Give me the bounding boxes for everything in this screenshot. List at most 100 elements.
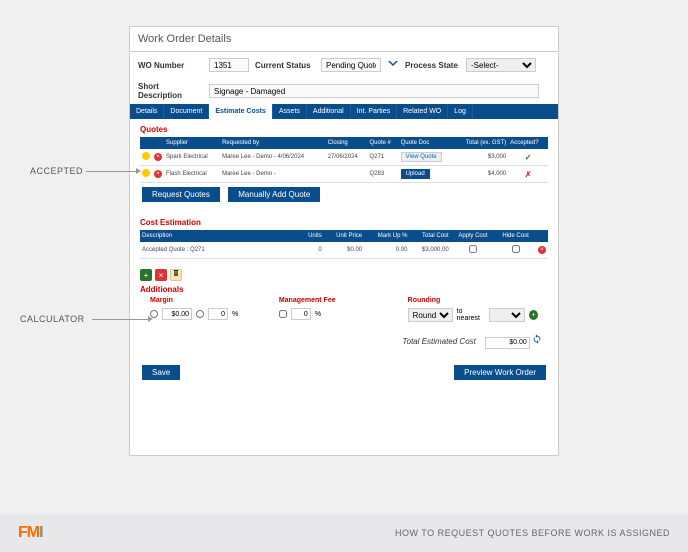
mgmt-fee-checkbox[interactable] [279, 310, 287, 318]
apply-cost-checkbox[interactable] [469, 245, 477, 253]
col-quote-doc: Quote Doc [399, 137, 454, 149]
remove-icon[interactable]: × [155, 269, 167, 281]
col-markup: Mark Up % [364, 230, 409, 242]
rounding-nearest-select[interactable] [489, 308, 525, 322]
header-row-2: Short Description [130, 78, 558, 104]
supplier-cell: Spark Electrical [164, 149, 220, 166]
edit-icon[interactable] [142, 152, 150, 160]
tab-additional[interactable]: Additional [307, 104, 351, 119]
process-state-select[interactable]: -Select- [466, 58, 536, 72]
current-status-input[interactable] [321, 58, 381, 72]
pct-symbol: % [315, 311, 321, 318]
mgmt-fee-label: Management Fee [279, 297, 378, 304]
calculator-callout-line [92, 319, 148, 320]
cost-estimation-title: Cost Estimation [140, 218, 548, 227]
requested-by-cell: Maree Lee - Demo - [220, 166, 326, 183]
mgmt-fee-block: Management Fee % [279, 297, 378, 322]
cost-markup-cell: 0.00 [364, 242, 409, 259]
tab-int-parties[interactable]: Int. Parties [351, 104, 397, 119]
margin-label: Margin [150, 297, 249, 304]
rounding-block: Rounding Round to nearest + [408, 297, 538, 322]
accepted-check-icon: ✓ [525, 153, 532, 162]
quote-no-cell: Q283 [368, 166, 399, 183]
tab-related-wo[interactable]: Related WO [397, 104, 448, 119]
quote-row-1: × Spark Electrical Maree Lee - Demo - 4/… [140, 149, 548, 166]
cost-row: Accepted Quote : Q271 0 $0.00 0.00 $3,00… [140, 242, 548, 259]
mgmt-fee-pct-input[interactable] [291, 308, 311, 320]
manually-add-quote-button[interactable]: Manually Add Quote [228, 187, 320, 202]
bottom-bar: FMI HOW TO REQUEST QUOTES BEFORE WORK IS… [0, 514, 688, 552]
quotes-section: Quotes Supplier Requested by Closing Quo… [130, 119, 558, 212]
col-description: Description [140, 230, 300, 242]
rounding-add-icon[interactable]: + [529, 310, 538, 320]
quote-no-cell: Q271 [368, 149, 399, 166]
view-quote-button[interactable]: View Quote [401, 152, 442, 162]
status-dropdown-icon[interactable] [387, 56, 399, 74]
current-status-label: Current Status [255, 61, 315, 70]
fmi-logo: FMI [18, 524, 43, 542]
col-total: Total (ex. GST) [454, 137, 508, 149]
total-cell: $4,000 [454, 166, 508, 183]
preview-work-order-button[interactable]: Preview Work Order [454, 365, 546, 380]
accepted-callout-line [86, 171, 136, 172]
tab-estimate-costs[interactable]: Estimate Costs [209, 104, 273, 119]
hide-cost-checkbox[interactable] [512, 245, 520, 253]
refresh-icon[interactable] [532, 337, 542, 346]
tab-assets[interactable]: Assets [273, 104, 307, 119]
accepted-callout-arrow [136, 168, 141, 174]
edit-icon[interactable] [142, 169, 150, 177]
total-row: Total Estimated Cost [130, 328, 558, 355]
total-label: Total Estimated Cost [402, 337, 476, 346]
header-row-1: WO Number Current Status Process State -… [130, 52, 558, 78]
requested-by-cell: Maree Lee - Demo - 4/06/2024 [220, 149, 326, 166]
delete-icon[interactable]: × [154, 170, 162, 178]
request-quotes-button[interactable]: Request Quotes [142, 187, 220, 202]
wo-number-label: WO Number [138, 61, 203, 70]
col-total-cost: Total Cost [409, 230, 450, 242]
calculator-callout: CALCULATOR [20, 314, 85, 324]
margin-pct-input[interactable] [208, 308, 228, 320]
bottom-caption: HOW TO REQUEST QUOTES BEFORE WORK IS ASS… [395, 528, 670, 538]
closing-cell [326, 166, 368, 183]
margin-dollar-input[interactable] [162, 308, 192, 320]
col-closing: Closing [326, 137, 368, 149]
tab-document[interactable]: Document [164, 104, 209, 119]
total-cell: $3,000 [454, 149, 508, 166]
short-desc-input[interactable] [209, 84, 539, 98]
not-accepted-x-icon: ✗ [525, 170, 532, 179]
col-hide-cost: Hide Cost [495, 230, 536, 242]
save-button[interactable]: Save [142, 365, 180, 380]
delete-cost-icon[interactable]: × [538, 246, 546, 254]
col-apply-cost: Apply Cost [451, 230, 495, 242]
pct-symbol: % [232, 311, 238, 318]
process-state-label: Process State [405, 61, 460, 70]
panel-title: Work Order Details [130, 27, 558, 52]
closing-cell: 27/06/2024 [326, 149, 368, 166]
quotes-grid: Supplier Requested by Closing Quote # Qu… [140, 137, 548, 183]
col-unit-price: Unit Price [324, 230, 364, 242]
calculator-icon[interactable]: 🖩 [170, 269, 182, 281]
delete-icon[interactable]: × [154, 153, 162, 161]
work-order-panel: Work Order Details WO Number Current Sta… [129, 26, 559, 456]
upload-button[interactable]: Upload [401, 169, 430, 179]
tab-log[interactable]: Log [448, 104, 473, 119]
additionals-section: Additionals Margin % Management Fee [130, 285, 558, 328]
rounding-label: Rounding [408, 297, 538, 304]
wo-number-input[interactable] [209, 58, 249, 72]
calculator-callout-arrow [148, 316, 153, 322]
rounding-mode-select[interactable]: Round [408, 308, 453, 322]
add-icon[interactable]: + [140, 269, 152, 281]
cost-estimation-section: Cost Estimation Description Units Unit P… [130, 212, 558, 265]
quotes-header-row: Supplier Requested by Closing Quote # Qu… [140, 137, 548, 149]
quotes-title: Quotes [140, 125, 548, 134]
margin-pct-radio[interactable] [196, 310, 204, 318]
margin-block: Margin % [150, 297, 249, 322]
accepted-callout: ACCEPTED [30, 166, 83, 176]
short-desc-label: Short Description [138, 82, 203, 100]
cost-unit-price-cell: $0.00 [324, 242, 364, 259]
tab-details[interactable]: Details [130, 104, 164, 119]
tab-bar: Details Document Estimate Costs Assets A… [130, 104, 558, 119]
supplier-cell: Flash Electrical [164, 166, 220, 183]
quote-row-2: × Flash Electrical Maree Lee - Demo - Q2… [140, 166, 548, 183]
cost-total-cell: $3,000.00 [409, 242, 450, 259]
